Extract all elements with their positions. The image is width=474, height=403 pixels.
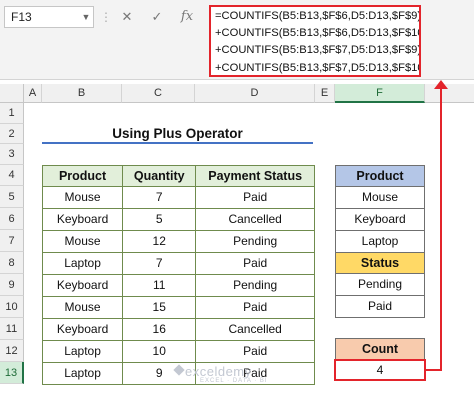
header-payment-status[interactable]: Payment Status <box>196 166 315 187</box>
table-row: Mouse 15 Paid <box>43 297 315 319</box>
header-quantity[interactable]: Quantity <box>123 166 197 187</box>
table-row: Keyboard 16 Cancelled <box>43 319 315 341</box>
cell-quantity[interactable]: 16 <box>123 319 197 341</box>
formula-line: +COUNTIFS(B5:B13,$F$6,D5:D13,$F$10) <box>215 27 421 40</box>
watermark: exceldemy <box>185 364 252 379</box>
table-row: Laptop 10 Paid <box>43 341 315 363</box>
row-header-11[interactable]: 11 <box>0 318 24 340</box>
cell-quantity[interactable]: 10 <box>123 341 197 363</box>
arrow-up-icon <box>434 80 448 89</box>
criteria-status-item[interactable]: Paid <box>335 296 425 318</box>
cell-product[interactable]: Laptop <box>43 341 124 363</box>
row-header-13[interactable]: 13 <box>0 362 24 384</box>
row-header-7[interactable]: 7 <box>0 230 24 252</box>
data-table: Product Quantity Payment Status Mouse 7 … <box>42 165 315 385</box>
column-header-f[interactable]: F <box>335 84 425 103</box>
select-all-corner[interactable] <box>0 84 24 103</box>
row-header-6[interactable]: 6 <box>0 208 24 230</box>
column-header-a[interactable]: A <box>24 84 42 103</box>
row-header-3[interactable]: 3 <box>0 144 24 165</box>
table-row: Keyboard 11 Pending <box>43 275 315 297</box>
row-header-5[interactable]: 5 <box>0 186 24 208</box>
table-row: Laptop 7 Paid <box>43 253 315 275</box>
cell-quantity[interactable]: 7 <box>123 187 197 209</box>
criteria-product-header[interactable]: Product <box>335 165 425 187</box>
column-header-c[interactable]: C <box>122 84 195 103</box>
cell-payment-status[interactable]: Paid <box>196 297 315 319</box>
cell-payment-status[interactable]: Paid <box>196 341 315 363</box>
cell-payment-status[interactable]: Paid <box>196 253 315 275</box>
cell-product[interactable]: Keyboard <box>43 319 124 341</box>
cell-quantity[interactable]: 15 <box>123 297 197 319</box>
row-header-12[interactable]: 12 <box>0 340 24 362</box>
row-header-1[interactable]: 1 <box>0 103 24 124</box>
column-header-b[interactable]: B <box>42 84 122 103</box>
cell-product[interactable]: Mouse <box>43 297 124 319</box>
table-row: Mouse 7 Paid <box>43 187 315 209</box>
formula-line: =COUNTIFS(B5:B13,$F$6,D5:D13,$F$9) <box>215 10 421 22</box>
count-result-cell[interactable]: 4 <box>334 359 426 381</box>
row-header-8[interactable]: 8 <box>0 252 24 274</box>
cell-payment-status[interactable]: Cancelled <box>196 209 315 231</box>
cell-quantity[interactable]: 5 <box>123 209 197 231</box>
sheet-title[interactable]: Using Plus Operator <box>42 124 313 144</box>
criteria-status-item[interactable]: Pending <box>335 274 425 296</box>
formula-input[interactable]: =COUNTIFS(B5:B13,$F$6,D5:D13,$F$9) +COUNT… <box>209 5 421 77</box>
count-header[interactable]: Count <box>335 338 425 360</box>
cell-payment-status[interactable]: Cancelled <box>196 319 315 341</box>
enter-icon[interactable]: ✓ <box>146 6 168 28</box>
cancel-icon[interactable]: ✕ <box>116 6 138 28</box>
row-header-4[interactable]: 4 <box>0 165 24 186</box>
cell-payment-status[interactable]: Paid <box>196 187 315 209</box>
formula-line: +COUNTIFS(B5:B13,$F$7,D5:D13,$F$9) <box>215 44 421 57</box>
insert-function-icon[interactable]: fx <box>176 6 198 28</box>
cell-product[interactable]: Laptop <box>43 363 124 385</box>
column-header-blank <box>425 84 474 103</box>
column-header-e[interactable]: E <box>315 84 335 103</box>
column-header-d[interactable]: D <box>195 84 315 103</box>
table-row: Mouse 12 Pending <box>43 231 315 253</box>
chevron-down-icon[interactable]: ▼ <box>78 6 94 28</box>
cell-product[interactable]: Mouse <box>43 231 124 253</box>
header-product[interactable]: Product <box>43 166 124 187</box>
table-row: Keyboard 5 Cancelled <box>43 209 315 231</box>
criteria-status-header[interactable]: Status <box>335 252 425 274</box>
criteria-product-item[interactable]: Keyboard <box>335 209 425 231</box>
table-header-row: Product Quantity Payment Status <box>43 166 315 187</box>
cell-payment-status[interactable]: Pending <box>196 231 315 253</box>
row-header-9[interactable]: 9 <box>0 274 24 296</box>
cell-quantity[interactable]: 12 <box>123 231 197 253</box>
cell-product[interactable]: Mouse <box>43 187 124 209</box>
cell-payment-status[interactable]: Pending <box>196 275 315 297</box>
cell-product[interactable]: Keyboard <box>43 209 124 231</box>
cell-product[interactable]: Laptop <box>43 253 124 275</box>
cell-quantity[interactable]: 7 <box>123 253 197 275</box>
watermark-tagline: EXCEL · DATA · BI <box>200 378 268 384</box>
cell-quantity[interactable]: 11 <box>123 275 197 297</box>
formula-bar-divider-icon: ⋮ <box>100 8 112 26</box>
row-header-10[interactable]: 10 <box>0 296 24 318</box>
criteria-product-item[interactable]: Mouse <box>335 187 425 209</box>
row-header-2[interactable]: 2 <box>0 124 24 144</box>
cell-product[interactable]: Keyboard <box>43 275 124 297</box>
connector-line <box>440 86 442 371</box>
formula-line: +COUNTIFS(B5:B13,$F$7,D5:D13,$F$10) <box>215 61 421 74</box>
criteria-product-item[interactable]: Laptop <box>335 231 425 253</box>
